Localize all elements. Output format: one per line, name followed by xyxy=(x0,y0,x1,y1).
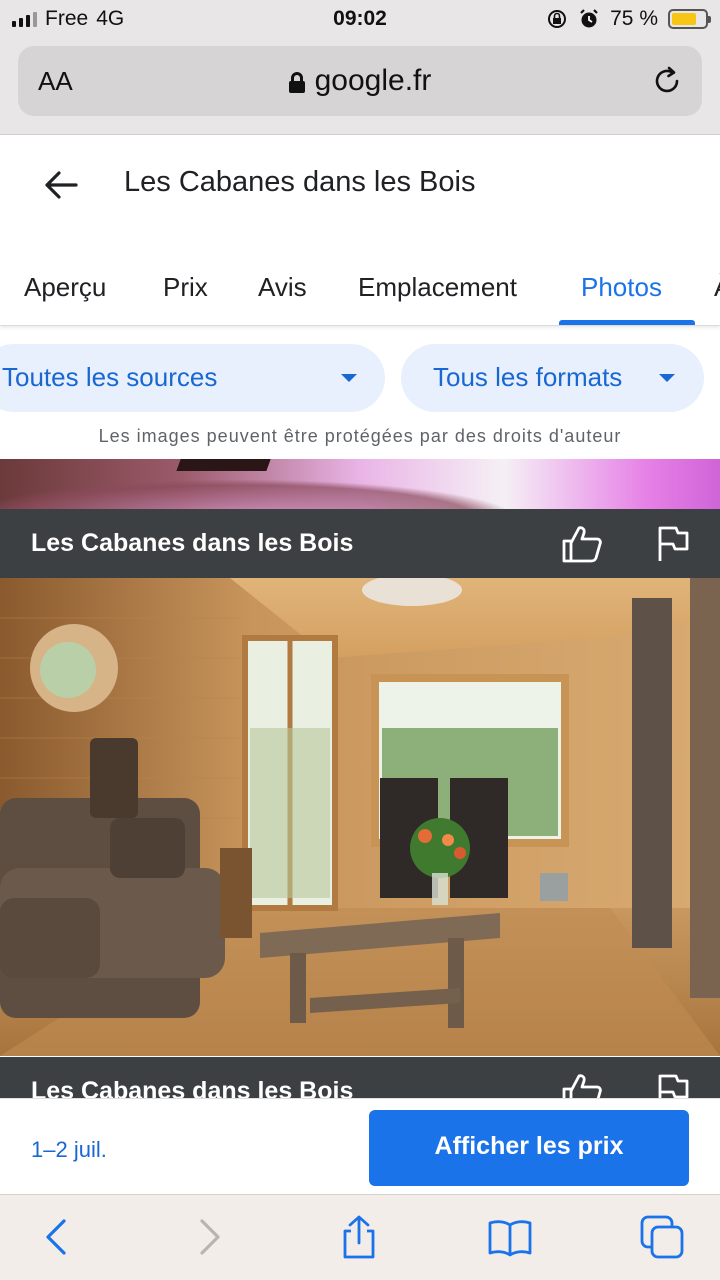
reload-icon[interactable] xyxy=(650,64,684,98)
rotation-lock-icon xyxy=(548,10,567,28)
chevron-down-icon xyxy=(659,374,675,382)
active-tab-indicator xyxy=(559,320,695,325)
cabin-interior-photo[interactable] xyxy=(0,578,720,1056)
chevron-down-icon xyxy=(341,374,357,382)
thumbs-up-icon[interactable] xyxy=(561,524,603,564)
tab-apercu[interactable]: Aperçu xyxy=(24,272,106,303)
photo-caption-bar: Les Cabanes dans les Bois xyxy=(0,509,720,579)
battery-icon xyxy=(668,9,711,29)
battery-level xyxy=(672,13,696,25)
battery-percent: 75 % xyxy=(610,7,658,30)
forward-icon[interactable] xyxy=(188,1215,232,1259)
booking-bar: 1–2 juil. Afficher les prix xyxy=(0,1098,720,1194)
address-bar[interactable]: AA google.fr xyxy=(18,46,702,116)
format-filter-label: Tous les formats xyxy=(433,362,623,392)
app-header: Les Cabanes dans les Bois xyxy=(0,136,720,232)
show-prices-button[interactable]: Afficher les prix xyxy=(369,1110,689,1186)
photo-partial[interactable] xyxy=(0,459,720,509)
tab-emplacement[interactable]: Emplacement xyxy=(358,272,517,303)
stay-dates[interactable]: 1–2 juil. xyxy=(31,1137,107,1163)
tabs-icon[interactable] xyxy=(640,1215,684,1259)
photo-caption: Les Cabanes dans les Bois xyxy=(31,529,354,557)
back-icon[interactable] xyxy=(34,1215,78,1259)
back-arrow-icon[interactable] xyxy=(42,166,80,204)
bookmarks-icon[interactable] xyxy=(488,1215,532,1259)
status-bar: Free 4G 09:02 75 % xyxy=(0,0,720,40)
page-title: Les Cabanes dans les Bois xyxy=(124,166,476,198)
host-text: google.fr xyxy=(314,64,432,97)
share-icon[interactable] xyxy=(337,1215,381,1259)
address-host[interactable]: google.fr xyxy=(18,64,702,98)
cabin-interior-image xyxy=(0,578,720,1056)
tab-bar: Aperçu Prix Avis Emplacement Photos À xyxy=(0,258,720,326)
tab-photos[interactable]: Photos xyxy=(581,272,662,303)
source-filter-chip[interactable]: Toutes les sources xyxy=(0,344,385,412)
source-filter-label: Toutes les sources xyxy=(2,362,218,392)
browser-chrome: AA google.fr xyxy=(0,40,720,135)
format-filter-chip[interactable]: Tous les formats xyxy=(401,344,704,412)
copyright-note: Les images peuvent être protégées par de… xyxy=(98,426,622,446)
alarm-icon xyxy=(580,9,598,28)
tab-avis[interactable]: Avis xyxy=(258,272,307,303)
flag-icon[interactable] xyxy=(656,525,690,563)
lock-icon xyxy=(288,72,305,93)
status-right: 75 % xyxy=(546,7,711,31)
tab-next[interactable]: À xyxy=(714,272,720,303)
browser-toolbar xyxy=(0,1194,720,1280)
tab-prix[interactable]: Prix xyxy=(163,272,208,303)
